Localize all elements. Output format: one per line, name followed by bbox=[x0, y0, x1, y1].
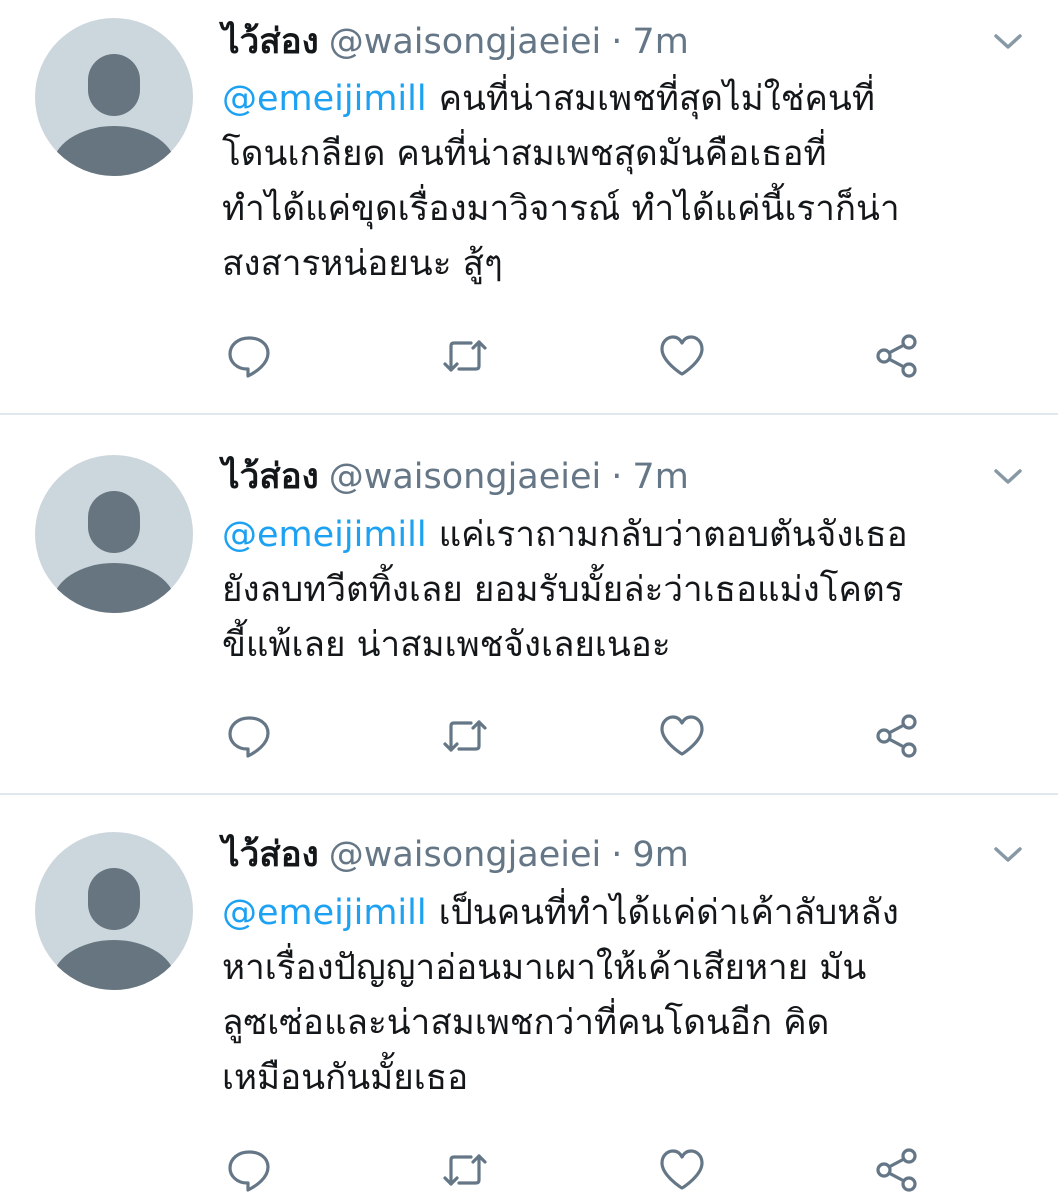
tweet-line-text: คนที่น่าสมเพชที่สุดไม่ใช่คนที่ bbox=[438, 79, 875, 119]
mention-link[interactable]: @emeijimill bbox=[222, 515, 427, 555]
tweet-line: @emeijimill เป็นคนที่ทำได้แค่ด่าเค้าลับหล… bbox=[222, 886, 1042, 941]
tweet-menu-button[interactable] bbox=[988, 22, 1028, 62]
timestamp[interactable]: 7m bbox=[632, 22, 688, 62]
tweet-text: @emeijimill แค่เราถามกลับว่าตอบตันจังเธอ … bbox=[222, 508, 1042, 673]
avatar[interactable] bbox=[35, 455, 193, 613]
tweet-actions bbox=[225, 1146, 945, 1196]
tweet-line: สงสารหน่อยนะ สู้ๆ bbox=[222, 244, 503, 284]
user-handle[interactable]: @waisongjaeiei bbox=[329, 835, 602, 875]
tweet-line: เหมือนกันมั้ยเธอ bbox=[222, 1058, 469, 1098]
mention-link[interactable]: @emeijimill bbox=[222, 893, 427, 933]
reply-button[interactable] bbox=[225, 1146, 273, 1194]
like-icon bbox=[660, 715, 704, 756]
retweet-button[interactable] bbox=[441, 712, 489, 760]
user-handle[interactable]: @waisongjaeiei bbox=[329, 22, 602, 62]
mention-link[interactable]: @emeijimill bbox=[222, 79, 427, 119]
default-avatar-icon bbox=[35, 832, 193, 990]
tweet-text: @emeijimill คนที่น่าสมเพชที่สุดไม่ใช่คนที… bbox=[222, 72, 1042, 292]
user-handle[interactable]: @waisongjaeiei bbox=[329, 457, 602, 497]
chevron-down-icon bbox=[994, 34, 1022, 49]
retweet-button[interactable] bbox=[441, 1146, 489, 1194]
tweet-header: ไว้ส่อง @waisongjaeiei · 7m bbox=[222, 17, 689, 67]
reply-icon bbox=[228, 336, 270, 378]
reply-button[interactable] bbox=[225, 332, 273, 380]
like-button[interactable] bbox=[658, 712, 706, 760]
tweet-line: ยังลบทวีตทิ้งเลย ยอมรับมั้ยล่ะว่าเธอแม่ง… bbox=[222, 570, 904, 610]
tweet-actions bbox=[225, 332, 945, 382]
timestamp[interactable]: 7m bbox=[632, 457, 688, 497]
share-icon bbox=[876, 714, 917, 758]
separator-dot: · bbox=[611, 835, 623, 875]
reply-icon bbox=[228, 1150, 270, 1192]
retweet-icon bbox=[443, 720, 487, 752]
tweet-actions bbox=[225, 712, 945, 762]
like-icon bbox=[660, 335, 704, 376]
chevron-down-icon bbox=[994, 469, 1022, 484]
tweet-line-text: แค่เราถามกลับว่าตอบตันจังเธอ bbox=[438, 515, 908, 555]
tweet-line: ทำได้แค่ขุดเรื่องมาวิจารณ์ ทำได้แค่นี้เร… bbox=[222, 189, 900, 229]
tweet-line: @emeijimill คนที่น่าสมเพชที่สุดไม่ใช่คนที… bbox=[222, 72, 1042, 127]
tweet-header: ไว้ส่อง @waisongjaeiei · 9m bbox=[222, 830, 689, 880]
tweet-line: ขี้แพ้เลย น่าสมเพชจังเลยเนอะ bbox=[222, 625, 671, 665]
tweet-menu-button[interactable] bbox=[988, 457, 1028, 497]
tweet-line: ลูซเซ่อและน่าสมเพชกว่าที่คนโดนอีก คิด bbox=[222, 1003, 830, 1043]
tweet-text: @emeijimill เป็นคนที่ทำได้แค่ด่าเค้าลับหล… bbox=[222, 886, 1042, 1106]
tweet-line: หาเรื่องปัญญาอ่อนมาเผาให้เค้าเสียหาย มัน bbox=[222, 948, 867, 988]
retweet-icon bbox=[443, 1154, 487, 1186]
reply-icon bbox=[228, 716, 270, 758]
chevron-down-icon bbox=[994, 847, 1022, 862]
separator-dot: · bbox=[611, 22, 623, 62]
display-name[interactable]: ไว้ส่อง bbox=[222, 835, 319, 875]
tweet-divider bbox=[0, 793, 1058, 795]
like-icon bbox=[660, 1149, 704, 1190]
avatar[interactable] bbox=[35, 18, 193, 176]
tweet-line-text: เป็นคนที่ทำได้แค่ด่าเค้าลับหลัง bbox=[438, 893, 899, 933]
timestamp[interactable]: 9m bbox=[632, 835, 688, 875]
separator-dot: · bbox=[611, 457, 623, 497]
like-button[interactable] bbox=[658, 1146, 706, 1194]
retweet-button[interactable] bbox=[441, 332, 489, 380]
share-icon bbox=[876, 1148, 917, 1192]
default-avatar-icon bbox=[35, 18, 193, 176]
tweet-divider bbox=[0, 413, 1058, 415]
share-icon bbox=[876, 334, 917, 378]
tweet-header: ไว้ส่อง @waisongjaeiei · 7m bbox=[222, 452, 689, 502]
avatar[interactable] bbox=[35, 832, 193, 990]
tweet-line: โดนเกลียด คนที่น่าสมเพชสุดมันคือเธอที่ bbox=[222, 134, 827, 174]
reply-button[interactable] bbox=[225, 712, 273, 760]
retweet-icon bbox=[443, 340, 487, 372]
share-button[interactable] bbox=[873, 332, 921, 380]
share-button[interactable] bbox=[873, 1146, 921, 1194]
default-avatar-icon bbox=[35, 455, 193, 613]
display-name[interactable]: ไว้ส่อง bbox=[222, 457, 319, 497]
tweet-line: @emeijimill แค่เราถามกลับว่าตอบตันจังเธอ bbox=[222, 508, 1042, 563]
display-name[interactable]: ไว้ส่อง bbox=[222, 22, 319, 62]
share-button[interactable] bbox=[873, 712, 921, 760]
like-button[interactable] bbox=[658, 332, 706, 380]
tweet-menu-button[interactable] bbox=[988, 835, 1028, 875]
